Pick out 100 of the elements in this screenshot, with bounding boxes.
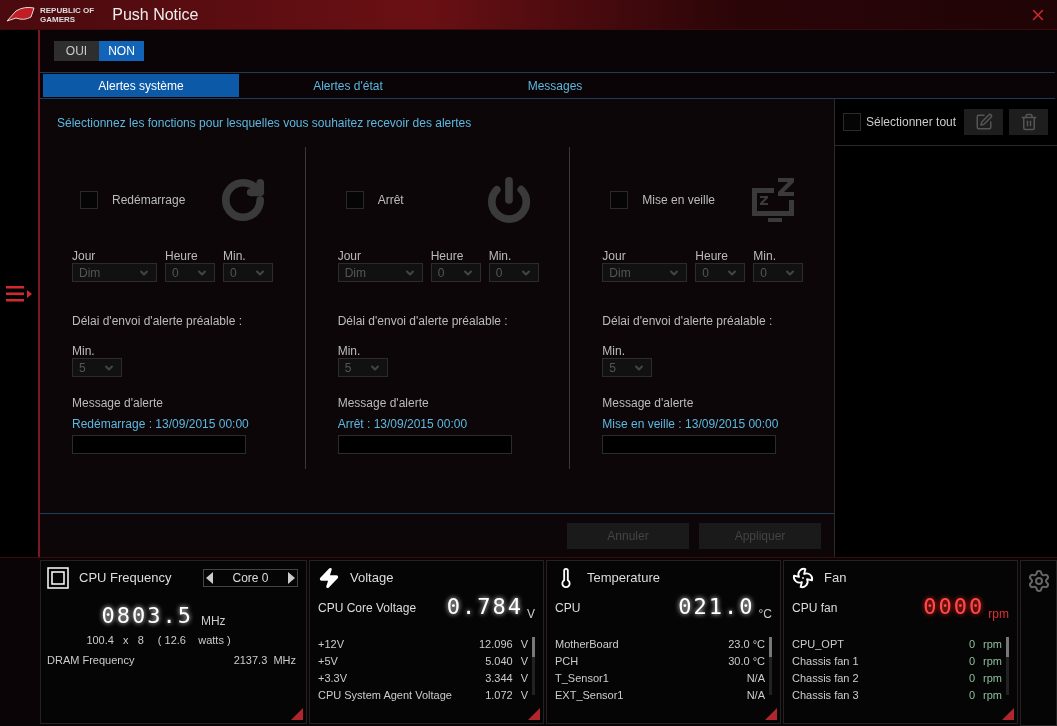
- menu-icon[interactable]: [5, 284, 33, 303]
- day-dropdown[interactable]: Dim: [602, 263, 688, 282]
- corner-mark-icon: [765, 708, 777, 720]
- sensor-value: 3.344: [485, 671, 513, 685]
- sensor-label: +12V: [318, 637, 344, 651]
- dram-label: DRAM Frequency: [47, 652, 135, 668]
- alert-message: Arrêt : 13/09/2015 00:00: [337, 417, 468, 431]
- delay-minute-label: Min.: [72, 344, 95, 358]
- trash-icon: [1019, 113, 1038, 131]
- minute-label: Min.: [223, 249, 247, 263]
- left-arrow-icon: [206, 572, 213, 584]
- toggle-option[interactable]: NON: [99, 41, 144, 61]
- hour-label: Heure: [695, 249, 729, 263]
- sensor-value: 1.072: [485, 688, 513, 702]
- restart-icon: [220, 177, 266, 223]
- day-label: Jour: [72, 249, 97, 263]
- sensor-value: 0: [968, 671, 976, 685]
- delay-dropdown[interactable]: 5: [72, 358, 122, 377]
- sensor-value: N/A: [746, 671, 765, 685]
- main-sensor-label: CPU: [555, 600, 581, 617]
- core-selector[interactable]: Core 0: [203, 569, 298, 587]
- sensor-label: Chassis fan 1: [792, 654, 859, 668]
- message-label: Message d'alerte: [72, 396, 163, 410]
- logo-icon: [6, 4, 36, 25]
- delay-label: Délai d'envoi d'alerte préalable :: [602, 314, 774, 328]
- sensor-unit: V: [520, 654, 528, 668]
- delay-minute-label: Min.: [337, 344, 361, 358]
- message-input[interactable]: [602, 435, 777, 454]
- instruction-text: Sélectionnez les fonctions pour lesquelles vous souhaitez recevoir des alertes: [57, 115, 472, 132]
- hour-dropdown[interactable]: 0: [165, 263, 215, 282]
- sensor-label: +5V: [318, 654, 338, 668]
- message-input[interactable]: [72, 435, 246, 454]
- corner-mark-icon: [291, 708, 303, 720]
- sensor-unit: V: [520, 688, 528, 702]
- card-title: Fan: [824, 569, 847, 588]
- message-input[interactable]: [337, 435, 512, 454]
- alert-checkbox[interactable]: [80, 191, 98, 209]
- minute-dropdown[interactable]: 0: [488, 263, 539, 282]
- main-sensor-label: CPU Core Voltage: [318, 600, 417, 617]
- scrollbar[interactable]: [1006, 637, 1009, 695]
- minute-dropdown[interactable]: 0: [753, 263, 804, 282]
- day-dropdown[interactable]: Dim: [337, 263, 423, 282]
- alert-checkbox[interactable]: [610, 191, 629, 209]
- minute-label: Min.: [753, 249, 777, 263]
- scrollbar[interactable]: [532, 637, 535, 695]
- day-dropdown[interactable]: Dim: [72, 263, 157, 282]
- sensor-value: 5.040: [485, 654, 513, 668]
- tab[interactable]: Messages: [457, 74, 653, 97]
- delay-dropdown[interactable]: 5: [337, 358, 388, 377]
- message-label: Message d'alerte: [337, 396, 429, 410]
- alert-checkbox[interactable]: [345, 191, 364, 209]
- sensor-unit: rpm: [983, 688, 1002, 702]
- hour-dropdown[interactable]: 0: [695, 263, 746, 282]
- select-all-checkbox[interactable]: [843, 113, 861, 131]
- hour-dropdown[interactable]: 0: [430, 263, 481, 282]
- card-title: Voltage: [350, 569, 394, 588]
- edit-button[interactable]: [964, 109, 1004, 135]
- right-arrow-icon: [288, 572, 295, 584]
- edit-icon: [974, 113, 993, 131]
- toggle-option[interactable]: OUI: [54, 41, 99, 61]
- unit-label: MHz: [200, 613, 226, 630]
- delete-button[interactable]: [1009, 109, 1049, 135]
- day-label: Jour: [602, 249, 627, 263]
- main-reading: 0000: [923, 593, 985, 621]
- power-text: ( 12.6 watts ): [157, 633, 231, 648]
- sensor-value: 0: [968, 637, 976, 651]
- sensor-label: T_Sensor1: [555, 671, 609, 685]
- alert-option-label: Redémarrage: [112, 192, 187, 209]
- message-label: Message d'alerte: [602, 396, 694, 410]
- sensor-label: CPU_OPT: [792, 637, 844, 651]
- delay-minute-label: Min.: [602, 344, 625, 358]
- delay-dropdown[interactable]: 5: [602, 358, 653, 377]
- alert-option-label: Arrêt: [377, 192, 405, 209]
- sensor-value: 0: [968, 654, 976, 668]
- unit-label: °C: [758, 606, 772, 623]
- hour-label: Heure: [165, 249, 199, 263]
- sensor-value: 12.096: [479, 637, 513, 651]
- main-sensor-label: CPU fan: [792, 600, 838, 617]
- sensor-value: 0: [968, 688, 976, 702]
- lightning-icon: [318, 567, 340, 589]
- sensor-label: MotherBoard: [555, 637, 619, 651]
- sensor-label: PCH: [555, 654, 579, 668]
- tab[interactable]: Alertes système: [43, 74, 239, 97]
- sensor-unit: V: [520, 671, 528, 685]
- sensor-label: EXT_Sensor1: [555, 688, 624, 702]
- tab[interactable]: Alertes d'état: [250, 74, 446, 97]
- sensor-label: +3.3V: [318, 671, 348, 685]
- sensor-unit: rpm: [983, 671, 1002, 685]
- scrollbar[interactable]: [769, 637, 772, 695]
- sensor-value: N/A: [746, 688, 765, 702]
- sensor-unit: rpm: [983, 637, 1002, 651]
- main-reading: 021.0: [678, 593, 755, 621]
- delay-label: Délai d'envoi d'alerte préalable :: [337, 314, 509, 328]
- sensor-label: Chassis fan 2: [792, 671, 859, 685]
- sensor-unit: V: [520, 637, 528, 651]
- hour-label: Heure: [430, 249, 465, 263]
- chip-icon: [47, 567, 69, 589]
- settings-icon[interactable]: [1026, 569, 1051, 593]
- frequency-reading: 0803.5: [101, 602, 193, 630]
- minute-dropdown[interactable]: 0: [223, 263, 273, 282]
